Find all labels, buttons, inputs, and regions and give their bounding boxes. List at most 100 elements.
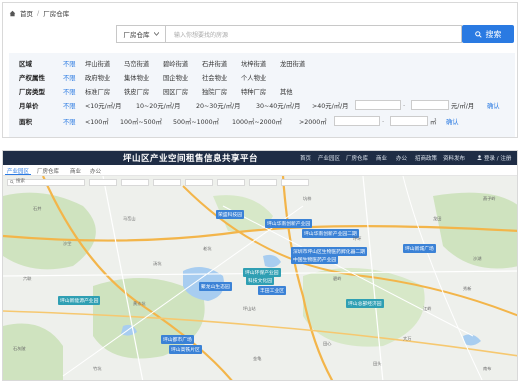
filter-option[interactable]: 独院厂房 — [202, 87, 227, 96]
filter-option[interactable]: 其他 — [280, 87, 293, 96]
search-input[interactable]: 输入你想要找的房源 — [166, 25, 462, 43]
map-place-label: 汤坑 — [153, 261, 162, 266]
map-view[interactable]: 荣盛科技园 坪山华南创新产业园 坪山华南创新产业园二期 深圳市坪山区生物医药孵化… — [3, 176, 517, 380]
filter-option[interactable]: 个人物业 — [241, 73, 266, 82]
map-place-label: 坪环 — [353, 236, 362, 241]
nav-item[interactable]: 办公 — [396, 154, 407, 162]
nav-item[interactable]: 商业 — [376, 154, 387, 162]
map-place-label: 六联 — [23, 276, 32, 281]
filter-option[interactable]: 30~40元/㎡/月 — [256, 101, 300, 110]
map-filter-select[interactable] — [121, 178, 149, 186]
filter-option[interactable]: 社会物业 — [202, 73, 227, 82]
map-filter-select[interactable] — [281, 178, 309, 186]
breadcrumb-home[interactable]: 首页 — [20, 8, 33, 18]
area-unit: ㎡ — [430, 118, 437, 126]
rent-min-input[interactable] — [355, 100, 401, 110]
filter-label-area: 面积 — [19, 118, 32, 126]
map-marker[interactable]: 坪山都市广场 — [161, 335, 194, 344]
filter-option[interactable]: 500㎡~1000㎡ — [173, 117, 219, 126]
map-place-label: 马峦山 — [123, 216, 136, 221]
search-button[interactable]: 搜索 — [462, 25, 514, 43]
map-marker[interactable]: 荣盛科技园 — [216, 210, 244, 219]
filter-option[interactable]: 马峦街道 — [124, 59, 149, 68]
filter-option[interactable]: 20~30元/㎡/月 — [196, 101, 240, 110]
filter-row-property: 产权属性 不限 政府物业 集体物业 国企物业 社会物业 个人物业 — [9, 71, 515, 83]
map-place-label: 田心 — [323, 341, 332, 346]
filter-option[interactable]: 国企物业 — [163, 73, 188, 82]
nav-item[interactable]: 招商政策 — [415, 154, 437, 162]
search-icon — [10, 180, 14, 184]
map-filter-select[interactable] — [89, 178, 117, 186]
filter-option[interactable]: 不限 — [63, 117, 76, 126]
map-place-label: 沙坣 — [63, 241, 72, 246]
chevron-down-icon — [153, 32, 159, 36]
map-marker[interactable]: 丰田工业区 — [258, 286, 286, 295]
filter-label-district: 区域 — [19, 60, 32, 68]
filter-option[interactable]: 碧岭街道 — [163, 59, 188, 68]
filter-option[interactable]: 政府物业 — [85, 73, 110, 82]
filter-option[interactable]: >2000㎡ — [299, 117, 327, 126]
filter-option[interactable]: 坪山街道 — [85, 59, 110, 68]
filter-option[interactable]: 100㎡~500㎡ — [120, 117, 162, 126]
filter-option[interactable]: 特种厂房 — [241, 87, 266, 96]
search-type-select[interactable]: 厂房仓库 — [116, 25, 166, 43]
map-marker[interactable]: 坪山华南创新产业园二期 — [302, 229, 359, 238]
breadcrumb-current: 厂房仓库 — [43, 10, 70, 18]
filter-option[interactable]: >40元/㎡/月 — [312, 101, 348, 110]
filter-option[interactable]: 不限 — [63, 101, 76, 110]
filter-option[interactable]: 铁皮厂房 — [124, 87, 149, 96]
map-filter-select[interactable] — [185, 178, 213, 186]
filter-option[interactable]: 园区厂房 — [163, 87, 188, 96]
home-icon[interactable] — [9, 10, 16, 17]
map-search-input[interactable]: 搜索 — [7, 178, 85, 186]
map-place-label: 田头 — [373, 361, 382, 366]
area-max-input[interactable] — [390, 116, 428, 126]
map-marker[interactable]: 坪山新城广场 — [403, 244, 436, 253]
map-marker[interactable]: 坪山华南创新产业园 — [265, 219, 313, 228]
map-marker[interactable]: 中国生物医药产业园 — [291, 255, 339, 264]
tab-office[interactable]: 办公 — [90, 167, 101, 175]
rent-unit: 元/㎡/月 — [451, 102, 475, 110]
nav-item[interactable]: 资料发布 — [443, 154, 465, 162]
map-marker[interactable]: 聚龙山生态园 — [199, 282, 232, 291]
rent-max-input[interactable] — [411, 100, 449, 110]
map-place-label: 石井 — [33, 206, 42, 211]
map-place-label: 金龟 — [253, 356, 262, 361]
tab-factory[interactable]: 厂房仓库 — [37, 167, 59, 175]
filter-option[interactable]: <100㎡ — [85, 117, 109, 126]
map-filter-select[interactable] — [313, 179, 331, 186]
rent-confirm-button[interactable]: 确认 — [487, 101, 500, 110]
map-marker[interactable]: 坪山高铁片区 — [169, 345, 202, 354]
filter-option[interactable]: 不限 — [63, 73, 76, 82]
filter-option[interactable]: 石井街道 — [202, 59, 227, 68]
nav-item[interactable]: 厂房仓库 — [346, 154, 368, 162]
map-place-label: 坑梓 — [303, 196, 312, 201]
area-min-input[interactable] — [334, 116, 380, 126]
filter-option[interactable]: 不限 — [63, 59, 76, 68]
map-filter-select[interactable] — [217, 178, 245, 186]
map-marker[interactable]: 坪山总部经济园 — [346, 299, 384, 308]
filter-row-area: 面积 不限 <100㎡ 100㎡~500㎡ 500㎡~1000㎡ 1000㎡~2… — [9, 115, 515, 127]
filter-option[interactable]: 不限 — [63, 87, 76, 96]
nav-item[interactable]: 首页 — [300, 154, 311, 162]
map-place-label: 沙湖 — [473, 256, 482, 261]
login-link[interactable]: 登录 / 注册 — [484, 154, 511, 162]
map-filter-select[interactable] — [153, 178, 181, 186]
nav-item[interactable]: 产业园区 — [318, 154, 340, 162]
map-place-label: 大万 — [403, 336, 412, 341]
map-filter-select[interactable] — [249, 178, 277, 186]
range-dash: - — [382, 117, 385, 125]
filter-option[interactable]: 1000㎡~2000㎡ — [232, 117, 282, 126]
filter-row-district: 区域 不限 坪山街道 马峦街道 碧岭街道 石井街道 坑梓街道 龙田街道 — [9, 57, 515, 69]
filter-option[interactable]: 10~20元/㎡/月 — [136, 101, 180, 110]
map-marker[interactable]: 科技文化园 — [246, 276, 274, 285]
filter-option[interactable]: 集体物业 — [124, 73, 149, 82]
area-confirm-button[interactable]: 确认 — [446, 117, 459, 126]
filter-option[interactable]: 坑梓街道 — [241, 59, 266, 68]
map-place-label: 秀新 — [463, 286, 472, 291]
filter-option[interactable]: <10元/㎡/月 — [85, 101, 121, 110]
map-marker[interactable]: 坪山新能源产业园 — [58, 296, 101, 305]
tab-commercial[interactable]: 商业 — [70, 167, 81, 175]
filter-option[interactable]: 龙田街道 — [280, 59, 305, 68]
filter-option[interactable]: 标准厂房 — [85, 87, 110, 96]
